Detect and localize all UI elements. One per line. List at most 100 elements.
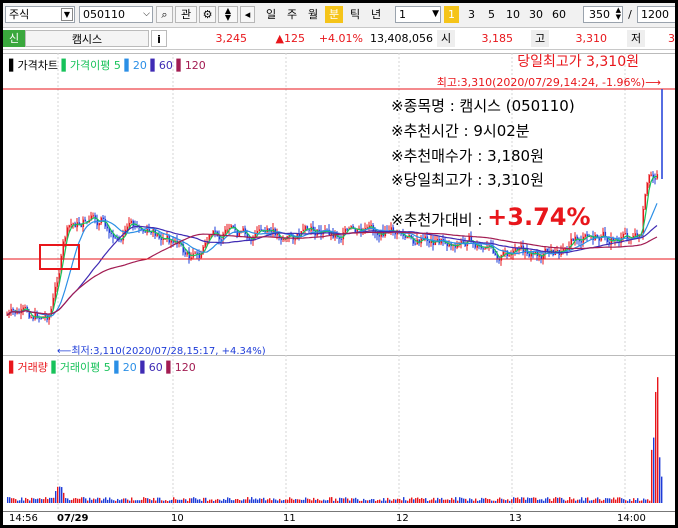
volume-bar [655,391,657,503]
zoom-stepper[interactable]: 350 ▲ ▼ [583,6,623,23]
volume-bar [261,498,263,503]
volume-bar [511,499,513,503]
chevron-down-icon[interactable]: ▼ [61,8,73,21]
x-tick: 10 [171,513,184,524]
volume-bar [237,498,239,503]
chevron-down-icon[interactable]: ▼ [432,7,439,22]
volume-bar [35,499,37,503]
volume-bar [155,500,157,503]
volume-chart-panel[interactable]: ▌거래량 ▌거래이평 5 ▌20 ▌60 ▌120 [3,355,675,510]
code-input[interactable]: 050110 ⌵ [79,6,153,23]
period-month[interactable]: 월 [304,6,322,23]
prev-button[interactable]: ◂ [240,6,255,23]
note-vs-recommend: ※추천가대비 : +3.74% [391,203,591,231]
volume-bar [73,498,75,503]
minute-3[interactable]: 3 [464,6,479,23]
price-chart-panel[interactable]: ▌가격차트 ▌가격이평 5 ▌20 ▌60 ▌120 당일최고가 3,310원 … [3,53,675,357]
volume-bar [431,499,433,503]
volume-bar [445,499,447,503]
volume-bar [593,499,595,503]
volume-bar [179,499,181,503]
volume-bar [201,500,203,503]
chevron-down-icon[interactable]: ⌵ [143,7,150,22]
volume-bar [547,497,549,503]
volume-bar [387,497,389,503]
volume-bar [193,497,195,503]
volume-bar [81,497,83,503]
volume-bar [89,497,91,503]
candle-body [144,231,147,233]
period-day[interactable]: 일 [262,6,280,23]
volume-bar [651,449,653,503]
volume-bar [101,500,103,503]
volume-bar [471,499,473,503]
volume-bar [409,498,411,503]
volume-bar [265,500,267,503]
search-button[interactable]: ⌕ [156,6,173,23]
minute-30[interactable]: 30 [526,6,546,23]
volume-value: 13,408,056 [370,32,433,45]
legend-ma-label: 가격이평 [69,59,111,72]
volume-bar [443,499,445,503]
period-minute[interactable]: 분 [325,6,343,23]
minute-1[interactable]: 1 [444,6,459,23]
volume-bar [259,498,261,503]
candle-body [38,317,41,319]
volume-bar [49,497,51,503]
period-tick[interactable]: 틱 [346,6,364,23]
low-label: 저 [627,30,645,47]
volume-bar [435,500,437,503]
minute-5[interactable]: 5 [484,6,499,23]
volume-bar [121,499,123,503]
total-input[interactable]: 1200 [637,6,675,23]
volume-bars [7,377,663,503]
volume-bar [495,500,497,503]
candle-body [318,229,321,231]
market-select[interactable]: 주식 ▼ [5,6,75,23]
volume-bar [327,500,329,503]
volume-bar [127,499,129,503]
candle-body [482,248,485,250]
volume-bar [643,498,645,503]
volume-bar [557,497,559,503]
minute-10[interactable]: 10 [503,6,523,23]
candle-body [428,241,431,243]
volume-bar [205,497,207,503]
up-down-button[interactable]: ▲ ▼ [218,6,238,23]
volume-bar [659,457,661,503]
volume-bar [427,500,429,503]
count-select[interactable]: 1 ▼ [395,6,441,23]
period-year[interactable]: 년 [367,6,385,23]
volume-bar [401,500,403,503]
candle-body [624,233,627,235]
volume-bar [483,498,485,503]
volume-bar [87,500,89,503]
volume-bar [353,498,355,503]
volume-bar [175,499,177,503]
spinner-icon[interactable]: ▲ ▼ [616,7,621,21]
volume-bar [603,499,605,503]
minute-60[interactable]: 60 [549,6,569,23]
candle-body [194,252,197,254]
volume-bar [345,497,347,503]
volume-bar [39,498,41,503]
volume-bar [461,497,463,503]
candle-body [650,174,653,176]
volume-bar [241,500,243,503]
volume-bar [209,499,211,503]
info-button[interactable]: i [151,30,167,47]
candle-body [572,238,575,242]
volume-chart[interactable] [3,355,675,510]
settings-button[interactable]: ⚙ [199,6,216,23]
watch-button[interactable]: 관 [175,6,197,23]
volume-bar [17,500,19,503]
stock-name: 캠시스 [25,30,149,47]
volume-bar [633,498,635,503]
volume-bar [321,500,323,503]
volume-bar [439,499,441,503]
volume-bar [553,498,555,503]
period-week[interactable]: 주 [283,6,301,23]
volume-bar [325,500,327,503]
candle-body [218,236,221,240]
volume-bar [13,498,15,503]
